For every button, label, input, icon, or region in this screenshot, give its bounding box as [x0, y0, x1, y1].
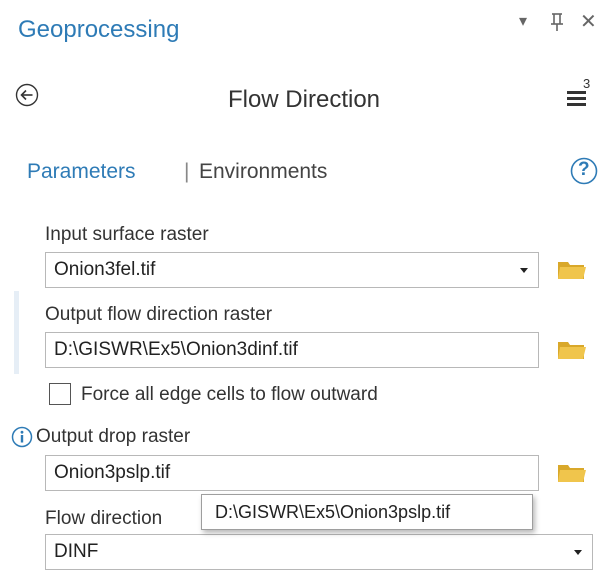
folder-icon [558, 342, 586, 359]
input-surface-raster-value: Onion3fel.tif [54, 259, 156, 280]
input-surface-raster-label: Input surface raster [45, 224, 209, 245]
tool-menu-button[interactable]: 3 [566, 76, 596, 112]
pin-button[interactable] [550, 10, 564, 38]
info-icon [11, 426, 33, 448]
force-edge-outward-checkbox[interactable] [49, 383, 71, 405]
active-parameter-indicator [14, 291, 19, 374]
output-flow-direction-value: D:\GISWR\Ex5\Onion3dinf.tif [54, 339, 298, 360]
chevron-down-icon [520, 268, 528, 273]
chevron-down-icon [574, 550, 582, 555]
tool-name: Flow Direction [227, 86, 381, 113]
tab-separator: | [184, 160, 190, 183]
browse-input-surface-button[interactable] [557, 258, 587, 287]
browse-output-flow-direction-button[interactable] [557, 338, 587, 367]
output-drop-raster-label: Output drop raster [36, 426, 191, 447]
tab-environments[interactable]: Environments [199, 160, 327, 184]
close-icon: ✕ [580, 11, 597, 33]
help-icon-glyph: ? [578, 159, 590, 180]
hamburger-menu-icon [567, 91, 586, 106]
pane-options-dropdown[interactable]: ▾ [519, 10, 527, 34]
flow-direction-type-label: Flow direction [45, 508, 163, 529]
info-button[interactable] [11, 426, 33, 448]
pin-icon [551, 13, 563, 31]
close-button[interactable]: ✕ [580, 10, 597, 34]
chevron-down-icon: ▾ [519, 13, 528, 30]
pane-title: Geoprocessing [18, 16, 180, 43]
help-button[interactable]: ? [570, 157, 598, 185]
flow-direction-type-dropdown[interactable]: DINF [45, 534, 593, 570]
input-surface-raster-dropdown[interactable]: Onion3fel.tif [45, 252, 539, 288]
output-drop-raster-value: Onion3pslp.tif [54, 462, 171, 483]
folder-icon [558, 262, 586, 279]
menu-badge-count: 3 [583, 76, 591, 91]
output-drop-raster-input[interactable]: Onion3pslp.tif [45, 455, 539, 491]
folder-icon [558, 465, 586, 482]
flow-direction-type-value: DINF [54, 541, 99, 562]
force-edge-outward-label: Force all edge cells to flow outward [81, 384, 378, 405]
path-tooltip: D:\GISWR\Ex5\Onion3pslp.tif [201, 494, 533, 530]
output-flow-direction-label: Output flow direction raster [45, 304, 273, 325]
tab-parameters[interactable]: Parameters [27, 160, 136, 184]
output-flow-direction-input[interactable]: D:\GISWR\Ex5\Onion3dinf.tif [45, 332, 539, 368]
browse-output-drop-button[interactable] [557, 461, 587, 490]
